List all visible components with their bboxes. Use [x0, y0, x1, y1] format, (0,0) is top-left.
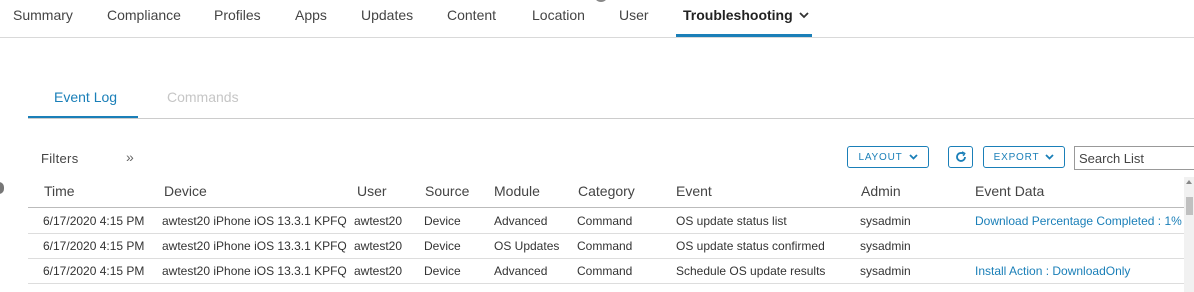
cell-category: Command [577, 214, 633, 228]
cell-device[interactable]: awtest20 iPhone iOS 13.3.1 KPFQ [162, 264, 347, 278]
table-row[interactable]: 6/17/2020 4:15 PM awtest20 iPhone iOS 13… [28, 258, 1184, 284]
column-header-event-data[interactable]: Event Data [975, 183, 1044, 199]
tab-summary[interactable]: Summary [13, 7, 73, 23]
table-row[interactable]: 6/17/2020 4:15 PM awtest20 iPhone iOS 13… [28, 233, 1184, 259]
chevron-down-icon [908, 154, 918, 160]
tab-content[interactable]: Content [447, 7, 496, 23]
cell-event: Schedule OS update results [676, 264, 826, 278]
column-header-category[interactable]: Category [578, 183, 635, 199]
sub-tabs: Event Log Commands [28, 80, 1194, 119]
cell-event-data-link[interactable]: Download Percentage Completed : 1% [975, 214, 1182, 228]
scrollbar-thumb[interactable] [1186, 197, 1193, 215]
tab-updates[interactable]: Updates [361, 7, 413, 23]
column-header-time[interactable]: Time [44, 183, 75, 199]
cell-module: Advanced [494, 214, 548, 228]
export-button-label: EXPORT [993, 151, 1040, 163]
cell-admin: sysadmin [860, 264, 911, 278]
cell-source: Device [424, 214, 461, 228]
column-header-admin[interactable]: Admin [861, 183, 901, 199]
cell-event-data-link[interactable]: Install Action : DownloadOnly [975, 264, 1130, 278]
cell-device[interactable]: awtest20 iPhone iOS 13.3.1 KPFQ [162, 214, 347, 228]
cell-device[interactable]: awtest20 iPhone iOS 13.3.1 KPFQ [162, 239, 347, 253]
layout-button-label: LAYOUT [858, 151, 903, 163]
column-header-module[interactable]: Module [494, 183, 540, 199]
top-nav: Summary Compliance Profiles Apps Updates… [0, 0, 1194, 38]
column-header-device[interactable]: Device [164, 183, 207, 199]
double-chevron-right-icon[interactable]: » [126, 149, 134, 165]
cell-time: 6/17/2020 4:15 PM [43, 239, 145, 253]
cell-event: OS update status confirmed [676, 239, 825, 253]
filters-toggle[interactable]: Filters [41, 151, 79, 166]
cell-event: OS update status list [676, 214, 787, 228]
chevron-down-icon [1045, 154, 1055, 160]
layout-button[interactable]: LAYOUT [847, 146, 929, 168]
column-header-user[interactable]: User [357, 183, 387, 199]
tab-location[interactable]: Location [532, 7, 585, 23]
cell-time: 6/17/2020 4:15 PM [43, 264, 145, 278]
active-tab-indicator [676, 34, 812, 37]
cell-user: awtest20 [354, 264, 403, 278]
active-subtab-indicator [28, 116, 138, 118]
search-input[interactable] [1074, 146, 1194, 170]
edge-handle-icon [0, 182, 4, 194]
cell-module: Advanced [494, 264, 548, 278]
refresh-button[interactable] [948, 146, 973, 168]
export-button[interactable]: EXPORT [983, 146, 1065, 168]
cell-source: Device [424, 264, 461, 278]
column-header-source[interactable]: Source [425, 183, 469, 199]
cell-source: Device [424, 239, 461, 253]
cell-admin: sysadmin [860, 214, 911, 228]
tab-apps[interactable]: Apps [295, 7, 327, 23]
refresh-icon [955, 151, 966, 162]
tab-user[interactable]: User [619, 7, 649, 23]
tab-profiles[interactable]: Profiles [214, 7, 261, 23]
table-scrollbar[interactable] [1184, 177, 1194, 292]
tab-troubleshooting[interactable]: Troubleshooting [683, 7, 809, 23]
cell-admin: sysadmin [860, 239, 911, 253]
scroll-up-icon[interactable] [1186, 180, 1192, 184]
tab-troubleshooting-label: Troubleshooting [683, 7, 793, 23]
cell-user: awtest20 [354, 239, 403, 253]
cell-category: Command [577, 264, 633, 278]
cell-user: awtest20 [354, 214, 403, 228]
tab-event-log[interactable]: Event Log [54, 89, 117, 105]
column-header-event[interactable]: Event [676, 183, 712, 199]
cell-module: OS Updates [494, 239, 560, 253]
tab-commands[interactable]: Commands [167, 89, 239, 105]
table-row[interactable]: 6/17/2020 4:15 PM awtest20 iPhone iOS 13… [28, 208, 1184, 234]
cell-category: Command [577, 239, 633, 253]
chevron-down-icon [799, 12, 809, 19]
tab-compliance[interactable]: Compliance [107, 7, 181, 23]
table-header: Time Device User Source Module Category … [28, 177, 1184, 208]
cell-time: 6/17/2020 4:15 PM [43, 214, 145, 228]
